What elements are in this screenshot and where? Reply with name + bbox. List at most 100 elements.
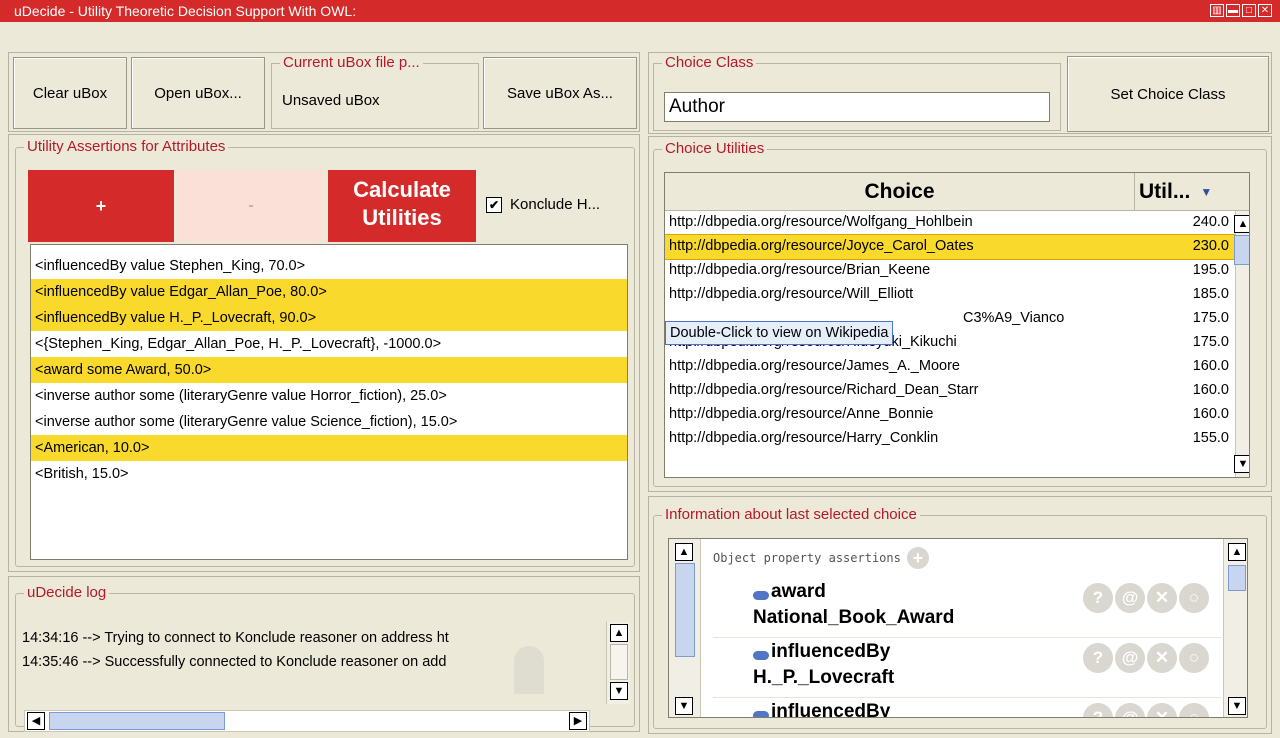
log-text: 14:34:16 --> Trying to connect to Konclu… [18,606,612,694]
calculate-utilities-button[interactable]: Calculate Utilities [328,170,476,242]
scroll-right-icon[interactable]: ▶ [569,712,587,730]
minimize-icon[interactable]: ▬ [1226,4,1240,17]
assertion-list[interactable]: <influencedBy value Stephen_King, 70.0> <… [30,244,628,560]
utilities-vscroll-thumb[interactable] [1234,235,1249,265]
add-assertion-icon[interactable]: + [906,547,929,569]
choice-class-input[interactable]: Author [664,92,1050,122]
konclude-checkbox-row[interactable]: ✔ Konclude H... [486,196,600,213]
utilities-vertical-scrollbar[interactable]: ▲ ▼ [1234,211,1249,477]
current-file-legend: Current uBox file p... [280,54,423,71]
scroll-left-icon[interactable]: ◀ [27,712,45,730]
edit-icon[interactable]: ○ [1179,703,1209,717]
property-assertion[interactable]: influencedBy H._P._Lovecraft? @ ✕ ○ [713,639,1221,698]
util-cell: 240.0 [1192,214,1229,230]
konclude-checkbox[interactable]: ✔ [486,196,502,213]
utility-row[interactable]: http://dbpedia.org/resource/Richard_Dean… [665,379,1235,403]
object-property-icon [753,651,769,660]
property-value: National_Book_Award [753,607,955,628]
info-panel: Information about last selected choice ▲… [648,496,1272,734]
utility-row[interactable]: http://dbpedia.org/resource/Joyce_Carol_… [665,234,1235,260]
section-header: Object property assertions + [713,547,929,569]
object-property-icon [753,591,769,600]
assertion-item[interactable]: <influencedBy value Edgar_Allan_Poe, 80.… [31,279,627,305]
scroll-up-icon[interactable]: ▲ [610,624,628,642]
utility-row[interactable]: http://dbpedia.org/resource/Will_Elliott… [665,283,1235,307]
clear-ubox-button[interactable]: Clear uBox [13,57,127,129]
property-assertion[interactable]: influencedBy? @ ✕ ○ [713,699,1221,717]
assertion-item[interactable]: <influencedBy value Stephen_King, 70.0> [31,253,627,279]
utility-row[interactable]: http://dbpedia.org/resource/Harry_Conkli… [665,427,1235,451]
utility-row[interactable]: http://dbpedia.org/resource/Anne_Bonnie 1… [665,403,1235,427]
utility-row[interactable]: http://dbpedia.org/resource/James_A._Moo… [665,355,1235,379]
save-ubox-button[interactable]: Save uBox As... [483,57,637,129]
log-panel: uDecide log 14:34:16 --> Trying to conne… [8,576,640,732]
add-assertion-button[interactable]: + [28,170,174,242]
delete-icon[interactable]: ✕ [1147,643,1177,673]
assertion-item[interactable]: <influencedBy value H._P._Lovecraft, 90.… [31,305,627,331]
help-icon[interactable]: ? [1083,643,1113,673]
set-choice-class-button[interactable]: Set Choice Class [1067,56,1269,132]
plus-icon: + [95,195,107,216]
utility-assertions-legend: Utility Assertions for Attributes [24,138,229,155]
info-right-scrollbar[interactable]: ▲ ▼ [1223,539,1247,717]
log-hscroll-thumb[interactable] [49,712,225,730]
column-header-util[interactable]: Util... ▼ [1135,173,1249,211]
watermark-shape [514,646,544,694]
explain-icon[interactable]: @ [1115,703,1145,717]
section-label: Object property assertions [713,551,901,565]
column-header-choice[interactable]: Choice [665,173,1135,211]
info-right-scroll-thumb[interactable] [1228,565,1246,591]
log-horizontal-scrollbar[interactable]: ◀ ▶ [24,710,590,732]
assertion-item[interactable]: <inverse author some (literaryGenre valu… [31,383,627,409]
utilities-scroll-down-icon[interactable]: ▼ [1234,455,1249,473]
help-icon[interactable]: ? [1083,583,1113,613]
assertion-item[interactable]: <American, 10.0> [31,435,627,461]
edit-icon[interactable]: ○ [1179,643,1209,673]
info-left-scroll-up-icon[interactable]: ▲ [675,543,693,561]
util-cell: 230.0 [1192,238,1229,254]
utility-assertions-panel: Utility Assertions for Attributes + - Ca… [8,134,640,572]
info-right-scroll-up-icon[interactable]: ▲ [1228,543,1246,561]
utility-assertions-group: Utility Assertions for Attributes + - Ca… [15,138,635,567]
assertion-item[interactable]: <award some Award, 50.0> [31,357,627,383]
choice-utilities-table[interactable]: Choice Util... ▼ http://dbpedia.org/reso… [664,172,1250,478]
info-right-scroll-down-icon[interactable]: ▼ [1228,697,1246,715]
choice-cell: http://dbpedia.org/resource/Brian_Keene [669,262,931,278]
log-vertical-scrollbar[interactable]: ▲ ▼ [606,622,630,704]
info-left-scrollbar[interactable]: ▲ ▼ [669,539,701,717]
sort-descending-icon: ▼ [1200,184,1213,199]
property-value: H._P._Lovecraft [753,667,895,688]
util-cell: 155.0 [1192,430,1229,446]
open-ubox-button[interactable]: Open uBox... [131,57,265,129]
choice-utilities-legend: Choice Utilities [662,140,768,157]
choice-class-group: Choice Class Author [653,54,1061,131]
utility-row[interactable]: http://dbpedia.org/resource/Brian_Keene 1… [665,259,1235,283]
util-cell: 175.0 [1192,310,1229,326]
delete-icon[interactable]: ✕ [1147,703,1177,717]
scroll-down-icon[interactable]: ▼ [610,682,628,700]
info-left-scroll-down-icon[interactable]: ▼ [675,697,693,715]
log-vscroll-track[interactable] [610,644,628,680]
tile-icon[interactable]: ▥ [1210,4,1224,17]
help-icon[interactable]: ? [1083,703,1113,717]
explain-icon[interactable]: @ [1115,643,1145,673]
remove-assertion-button[interactable]: - [178,170,324,242]
close-icon[interactable]: ✕ [1258,4,1272,17]
info-group: Information about last selected choice ▲… [653,506,1267,729]
assertion-item[interactable]: <British, 15.0> [31,461,627,487]
info-content[interactable]: ▲ ▼ Object property assertions + award Na… [668,538,1248,718]
utility-row[interactable]: http://dbpedia.org/resource/Wolfgang_Hoh… [665,211,1235,235]
utilities-scroll-up-icon[interactable]: ▲ [1234,215,1249,233]
assertion-item[interactable]: <{Stephen_King, Edgar_Allan_Poe, H._P._L… [31,331,627,357]
title-bar: uDecide - Utility Theoretic Decision Sup… [0,0,1280,22]
info-left-scroll-thumb[interactable] [675,563,695,657]
property-assertion[interactable]: award National_Book_Award? @ ✕ ○ [713,579,1221,638]
assertion-item[interactable]: <inverse author some (literaryGenre valu… [31,409,627,435]
choice-class-panel: Choice Class Author Set Choice Class [648,52,1272,134]
delete-icon[interactable]: ✕ [1147,583,1177,613]
edit-icon[interactable]: ○ [1179,583,1209,613]
util-header-label: Util... [1139,179,1191,203]
explain-icon[interactable]: @ [1115,583,1145,613]
maximize-icon[interactable]: □ [1242,4,1256,17]
log-legend: uDecide log [24,584,110,601]
